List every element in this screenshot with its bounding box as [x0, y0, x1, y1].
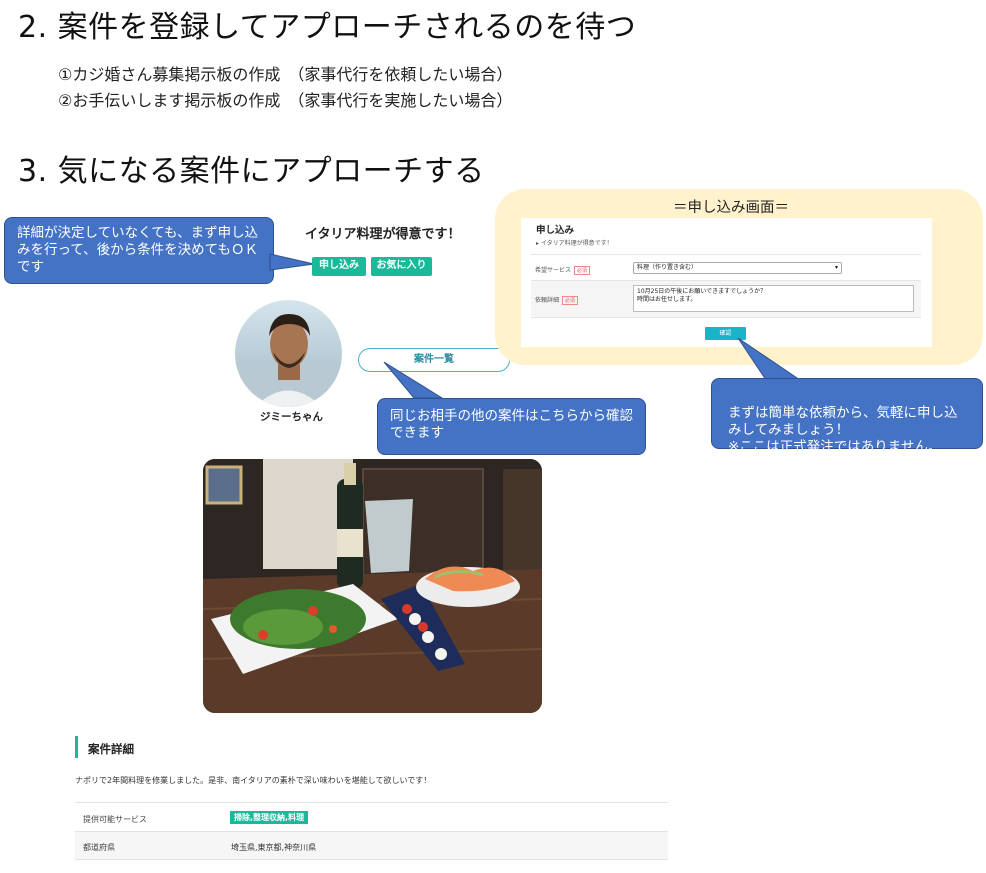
apply-form-breadcrumb[interactable]: ▸ イタリア料理が得意です！ — [536, 238, 613, 247]
apply-form-title: 申し込み — [536, 225, 575, 236]
service-label: 希望サービス 必須 — [535, 265, 591, 275]
details-row: 都道府県 埼玉県,東京都,神奈川県 — [75, 831, 668, 860]
callout-right-text: まずは簡単な依頼から、気軽に申し込みしてみましょう！ ※ここは正式発注ではありま… — [728, 405, 958, 455]
required-badge: 必須 — [574, 266, 591, 275]
details-row: 提供可能サービス 掃除,整理収納,料理 — [75, 802, 668, 831]
callout-middle-text: 同じお相手の他の案件はこちらから確認できます — [390, 408, 633, 441]
callout-left-tail — [269, 253, 315, 271]
callout-middle-tail — [383, 361, 444, 399]
details-row-label: 都道府県 — [83, 843, 115, 852]
apply-form: 申し込み ▸ イタリア料理が得意です！ 希望サービス 必須 料理（作り置き含む） … — [521, 218, 932, 347]
details-row-label: 提供可能サービス — [83, 815, 147, 824]
step2-heading: 2. 案件を登録してアプローチされるのを待つ — [18, 10, 637, 45]
chevron-down-icon: ▾ — [834, 264, 838, 271]
food-photo — [203, 459, 542, 713]
user-name[interactable]: ジミーちゃん — [260, 409, 323, 424]
callout-left: 詳細が決定していなくても、まず申し込みを行って、後から条件を決めてもＯＫです — [4, 217, 274, 284]
callout-left-text: 詳細が決定していなくても、まず申し込みを行って、後から条件を決めてもＯＫです — [17, 225, 259, 275]
apply-screen-label: ＝申し込み画面＝ — [673, 200, 789, 216]
step3-heading: 3. 気になる案件にアプローチする — [18, 154, 485, 189]
apply-button[interactable]: 申し込み — [312, 257, 366, 276]
detail-label: 依頼詳細 必須 — [535, 295, 579, 305]
step2-item-1: ①カジ婚さん募集掲示板の作成 （家事代行を依頼したい場合） — [58, 65, 513, 84]
user-avatar[interactable] — [235, 300, 342, 407]
person-avatar-icon — [235, 300, 342, 407]
callout-right: まずは簡単な依頼から、気軽に申し込みしてみましょう！ ※ここは正式発注ではありま… — [711, 378, 983, 455]
service-select[interactable]: 料理（作り置き含む） ▾ — [633, 262, 842, 274]
food-photo-image-icon — [203, 459, 542, 713]
listing-title: イタリア料理が得意です！ — [305, 227, 461, 242]
favorite-button[interactable]: お気に入り — [371, 257, 432, 276]
step2-item-2: ②お手伝いします掲示板の作成 （家事代行を実施したい場合） — [58, 91, 513, 110]
service-tag: 掃除,整理収納,料理 — [230, 811, 309, 824]
details-row-value: 埼玉県,東京都,神奈川県 — [231, 843, 317, 852]
details-description: ナポリで2年間料理を修業しました。是非、南イタリアの素朴で深い味わいを堪能して欲… — [75, 776, 432, 785]
callout-middle: 同じお相手の他の案件はこちらから確認できます — [377, 398, 646, 455]
detail-textarea[interactable]: 10月25日の午後にお願いできますでしょうか？ 時間はお任せします。 — [633, 285, 914, 312]
required-badge: 必須 — [562, 296, 579, 305]
form-divider — [531, 254, 921, 255]
service-select-value: 料理（作り置き含む） — [637, 264, 698, 271]
details-accent-bar — [75, 736, 78, 758]
details-heading: 案件詳細 — [88, 742, 134, 756]
